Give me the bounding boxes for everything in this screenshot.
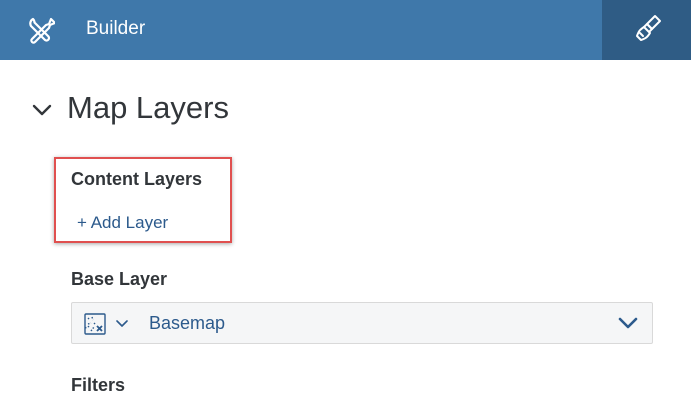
- basemap-icon[interactable]: [83, 312, 107, 336]
- add-layer-link[interactable]: + Add Layer: [77, 213, 168, 233]
- style-button[interactable]: [602, 0, 691, 60]
- section-title: Map Layers: [67, 90, 229, 125]
- paint-brush-icon: [636, 15, 661, 41]
- tools-icon[interactable]: [27, 16, 57, 44]
- base-layer-value: Basemap: [149, 313, 226, 333]
- filters-label: Filters: [71, 375, 126, 395]
- chevron-down-icon[interactable]: [30, 100, 56, 120]
- app-title: Builder: [86, 18, 146, 39]
- app-header: Builder: [0, 0, 691, 60]
- dropdown-chevron-icon[interactable]: [617, 316, 639, 330]
- base-layer-select[interactable]: Basemap: [71, 302, 653, 344]
- base-layer-label: Base Layer: [71, 269, 168, 289]
- content-layers-label: Content Layers: [71, 169, 203, 189]
- chevron-down-icon[interactable]: [115, 319, 129, 329]
